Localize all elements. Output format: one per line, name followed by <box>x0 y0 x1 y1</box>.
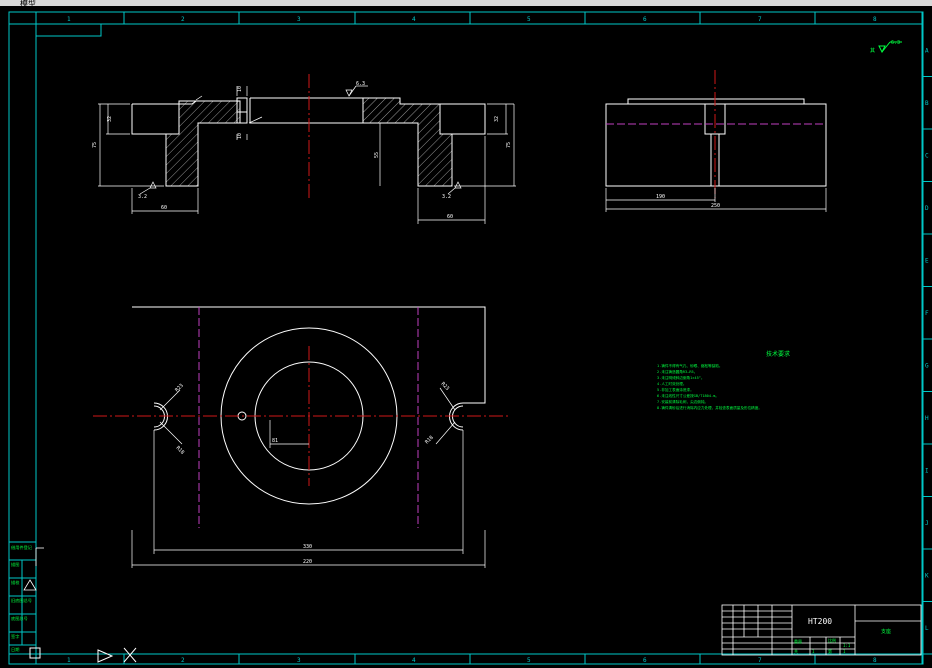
dim-left-flange: 32 <box>107 116 113 122</box>
zone-row-C: C <box>925 152 929 159</box>
zone-col-7: 7 <box>758 657 762 664</box>
dim-slot-width: 10 <box>237 86 243 92</box>
zone-row-A: A <box>925 47 929 54</box>
dim-slot-depth: 10 <box>237 133 243 139</box>
dim-left-width: 60 <box>161 205 167 211</box>
dim-right-width: 60 <box>447 214 453 220</box>
title-block-material: HT200 <box>808 617 832 626</box>
zone-row-G: G <box>925 362 929 369</box>
tech-req-line: 3.未注明倾斜边倒角1×45°。 <box>657 375 705 380</box>
zone-col-5: 5 <box>527 657 531 664</box>
zone-col-7: 7 <box>758 16 762 23</box>
side-label: 签字 <box>11 633 19 639</box>
side-label: 底图总号 <box>11 615 28 622</box>
tech-req-line: 7.安装前清除毛刺，尖边倒钝。 <box>657 399 708 404</box>
zone-row-I: I <box>925 467 929 474</box>
title-block-drawing-name: 支座 <box>881 628 891 635</box>
title-block-sheet-label: 共 <box>794 648 798 654</box>
dim-right-total-height: 75 <box>506 142 512 148</box>
zone-row-D: D <box>925 205 929 212</box>
zone-col-5: 5 <box>527 16 531 23</box>
dim-left-total-height: 75 <box>92 142 98 148</box>
zone-col-3: 3 <box>297 657 301 664</box>
side-label: 描图 <box>11 561 19 568</box>
tech-req-line: 8.铸件清砂后进行消除内应力处理，并检查表面质量及形位精度。 <box>657 405 762 410</box>
side-label: 描校 <box>11 579 20 586</box>
zone-row-B: B <box>925 100 929 107</box>
svg-text:其: 其 <box>870 48 875 54</box>
zone-col-6: 6 <box>643 16 647 23</box>
title-block-scale: 1:1 <box>843 643 851 648</box>
dim-side-half-width: 190 <box>656 194 665 200</box>
zone-row-E: E <box>925 257 929 264</box>
zone-col-2: 2 <box>181 657 185 664</box>
dim-top-overall-length: 220 <box>303 559 312 565</box>
surface-mark-right: 3.2 <box>442 194 451 200</box>
zone-row-K: K <box>925 572 929 579</box>
dim-top-inner-length: 330 <box>303 544 312 550</box>
title-block-sheet-of: 第 <box>828 648 832 654</box>
surface-mark-top: 6.3 <box>356 81 365 87</box>
dim-side-total-width: 250 <box>711 203 720 209</box>
dim-right-flange: 32 <box>494 116 500 122</box>
zone-col-3: 3 <box>297 16 301 23</box>
zone-col-8: 8 <box>873 657 877 664</box>
title-block-scale-label: 比例 <box>828 637 836 643</box>
zone-col-4: 4 <box>412 16 416 23</box>
zone-col-1: 1 <box>67 657 71 664</box>
tech-req-line: 1.铸件不得有气孔、砂眼、缩松等缺陷。 <box>657 363 722 368</box>
drawing-background <box>0 6 932 668</box>
side-label: 旧底图总号 <box>11 597 32 604</box>
zone-col-8: 8 <box>873 16 877 23</box>
zone-col-1: 1 <box>67 16 71 23</box>
corner-roughness-value: 6.3 <box>891 40 900 46</box>
dim-top-offset: 81 <box>272 438 278 444</box>
title-block-weight-label: 重量 <box>794 638 802 644</box>
zone-col-2: 2 <box>181 16 185 23</box>
zone-col-4: 4 <box>412 657 416 664</box>
zone-col-6: 6 <box>643 657 647 664</box>
tech-req-title: 技术要求 <box>766 350 790 358</box>
side-label: 借用件登记 <box>11 544 33 551</box>
zone-row-J: J <box>925 520 929 527</box>
tech-req-line: 4.人工时效处理。 <box>657 381 686 386</box>
tech-req-line: 2.未注铸造圆角R3—R5。 <box>657 369 697 374</box>
zone-row-H: H <box>925 415 929 422</box>
zone-row-L: L <box>925 625 929 632</box>
cad-drawing-canvas[interactable]: 1 2 3 4 5 6 7 8 1 2 3 4 5 6 7 8 A B C D E F G H I J K L 其 6.3 75 … <box>0 0 932 668</box>
tech-req-line: 5.非加工表面涂底漆。 <box>657 387 694 392</box>
zone-row-F: F <box>925 310 929 317</box>
surface-mark-left: 3.2 <box>138 194 147 200</box>
dim-inner-height: 55 <box>374 152 380 158</box>
tech-req-line: 6.未注线性尺寸公差按GB/T1804-m。 <box>657 393 719 398</box>
